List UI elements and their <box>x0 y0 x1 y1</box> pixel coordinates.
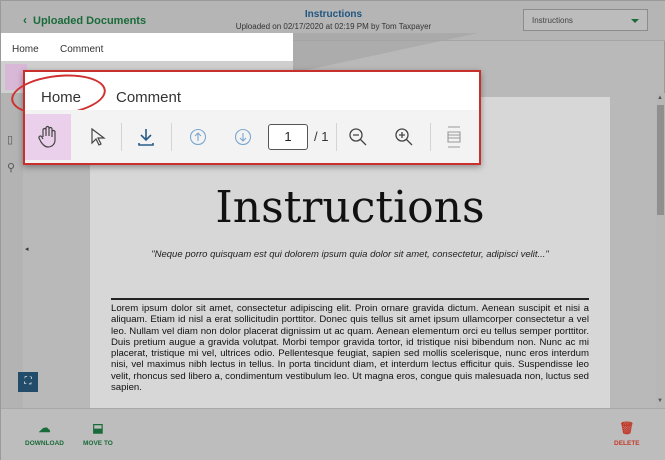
document-select-value: Instructions <box>532 16 573 25</box>
delete-label: DELETE <box>614 440 640 447</box>
arrow-down-circle-icon <box>234 128 252 146</box>
scrollbar-thumb[interactable] <box>657 105 664 215</box>
document-quote: "Neque porro quisquam est qui dolorem ip… <box>151 249 549 260</box>
arrow-up-circle-icon <box>189 128 207 146</box>
collapse-arrow-icon[interactable]: ◂ <box>25 245 29 253</box>
left-rail: ▯ ⚲ <box>1 93 23 408</box>
search-icon[interactable]: ⚲ <box>7 161 15 174</box>
divider <box>111 298 589 300</box>
select-tool-button[interactable] <box>83 120 113 154</box>
cursor-arrow-icon <box>91 127 106 146</box>
action-bar: ☁ DOWNLOAD ⬓ MOVE TO 🗑 DELETE <box>1 408 665 460</box>
download-label: DOWNLOAD <box>25 440 64 447</box>
fit-width-button[interactable] <box>439 120 469 154</box>
toolbar-divider <box>171 123 172 151</box>
document-select[interactable]: Instructions <box>523 9 648 31</box>
toolbar-divider <box>336 123 337 151</box>
download-button[interactable]: ☁ DOWNLOAD <box>25 421 64 447</box>
move-to-button[interactable]: ⬓ MOVE TO <box>83 421 113 447</box>
zoom-connector <box>293 33 478 73</box>
trash-icon: 🗑 <box>619 421 635 435</box>
thumbnails-icon[interactable]: ▯ <box>7 133 13 146</box>
hand-icon <box>38 125 56 148</box>
app-window: ‹ Uploaded Documents Instructions Uploade… <box>0 0 665 460</box>
fit-page-icon <box>447 126 461 148</box>
magnified-toolbar-icons: 1 / 1 <box>25 110 479 163</box>
page-total: / 1 <box>314 129 329 144</box>
zoom-out-button[interactable] <box>343 120 373 154</box>
document-heading: Instructions <box>215 182 485 233</box>
tab-comment-magnified[interactable]: Comment <box>116 89 181 106</box>
document-body: Lorem ipsum dolor sit amet, consectetur … <box>111 303 589 394</box>
zoom-in-button[interactable] <box>389 120 419 154</box>
page-number-input[interactable]: 1 <box>268 124 308 150</box>
viewer-tabs: Home Comment <box>1 33 293 61</box>
move-to-icon: ⬓ <box>92 421 104 435</box>
expand-icon: ⛶ <box>24 376 32 387</box>
delete-button[interactable]: 🗑 DELETE <box>614 421 640 447</box>
zoom-out-icon <box>349 128 367 146</box>
download-tool-button[interactable] <box>131 120 161 154</box>
fit-page-button[interactable]: ⛶ <box>18 372 38 392</box>
previous-page-button[interactable] <box>183 120 213 154</box>
next-page-button[interactable] <box>228 120 258 154</box>
tab-home[interactable]: Home <box>12 44 39 55</box>
zoom-in-icon <box>395 128 413 146</box>
magnified-toolbar: Home Comment 1 / 1 <box>9 70 481 165</box>
scroll-down-icon[interactable]: ▼ <box>657 398 663 404</box>
cloud-download-icon: ☁ <box>38 421 51 435</box>
download-icon <box>138 129 154 146</box>
toolbar-divider <box>430 123 431 151</box>
move-to-label: MOVE TO <box>83 440 113 447</box>
pan-tool-button-magnified[interactable] <box>25 114 71 160</box>
magnified-tabs: Home Comment <box>9 70 479 120</box>
toolbar-divider <box>121 123 122 151</box>
caret-down-icon <box>631 19 639 23</box>
tab-comment[interactable]: Comment <box>60 44 103 55</box>
scroll-up-icon[interactable]: ▲ <box>657 95 663 101</box>
